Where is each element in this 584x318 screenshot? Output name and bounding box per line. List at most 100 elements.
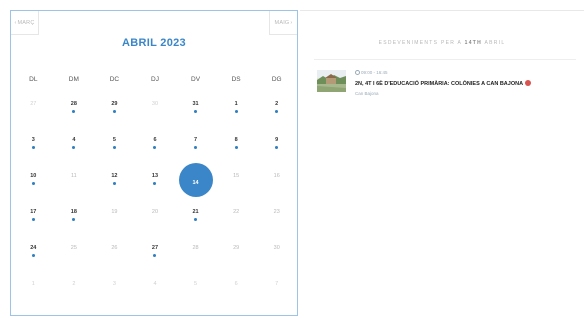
- day-number: 5: [194, 281, 198, 287]
- event-dot-icon: [112, 110, 116, 113]
- calendar-day[interactable]: 17: [13, 201, 54, 237]
- event-dot-icon: [275, 110, 279, 113]
- calendar-day[interactable]: 23: [256, 201, 297, 237]
- calendar-day[interactable]: 26: [94, 237, 135, 273]
- prev-month-button[interactable]: ‹ Març: [11, 11, 39, 35]
- calendar-day[interactable]: 10: [13, 165, 54, 201]
- event-dot-icon: [194, 218, 198, 221]
- calendar-day[interactable]: 19: [94, 201, 135, 237]
- calendar-day[interactable]: 27: [13, 93, 54, 129]
- day-number: 28: [70, 101, 77, 107]
- calendar-day[interactable]: 30: [135, 93, 176, 129]
- calendar-day[interactable]: 9: [256, 129, 297, 165]
- day-number: 30: [273, 245, 280, 251]
- event-dot-icon: [31, 146, 35, 149]
- event-dot-icon: [275, 146, 279, 149]
- day-number: 7: [275, 281, 279, 287]
- calendar-day[interactable]: 28: [54, 93, 95, 129]
- event-thumbnail[interactable]: [317, 70, 346, 92]
- day-number: 19: [111, 209, 118, 215]
- calendar-day[interactable]: 11: [54, 165, 95, 201]
- calendar-day[interactable]: 6: [135, 129, 176, 165]
- calendar-grid: DL DM DC DJ DV DS DG 27 28 29 30 31 1 2 3 4 5 6 7 8 9 10 11 12 1…: [13, 66, 297, 309]
- calendar-day[interactable]: 22: [216, 201, 257, 237]
- day-number: 1: [31, 281, 35, 287]
- day-number: 6: [153, 137, 157, 143]
- calendar-day[interactable]: 8: [216, 129, 257, 165]
- calendar-day[interactable]: 3: [13, 129, 54, 165]
- day-number: 28: [192, 245, 199, 251]
- day-number: 2: [275, 101, 279, 107]
- day-number: 24: [30, 245, 37, 251]
- calendar-day[interactable]: 3: [94, 273, 135, 309]
- calendar-day[interactable]: 5: [175, 273, 216, 309]
- calendar-day[interactable]: 25: [54, 237, 95, 273]
- events-header-prefix: Esdeveniments per a: [378, 40, 462, 46]
- calendar-day[interactable]: 7: [175, 129, 216, 165]
- day-number: 2: [72, 281, 76, 287]
- day-number: 29: [233, 245, 240, 251]
- calendar-day[interactable]: 24: [13, 237, 54, 273]
- next-month-button[interactable]: Maig ›: [269, 11, 297, 35]
- event-dot-icon: [153, 146, 157, 149]
- calendar-day[interactable]: 6: [216, 273, 257, 309]
- event-dot-icon: [153, 182, 157, 185]
- day-number: 14: [192, 180, 199, 186]
- day-number: 26: [111, 245, 118, 251]
- day-number: 27: [151, 245, 159, 251]
- calendar-day[interactable]: 18: [54, 201, 95, 237]
- calendar-day[interactable]: 31: [175, 93, 216, 129]
- calendar-day[interactable]: 1: [13, 273, 54, 309]
- event-dot-icon: [234, 110, 238, 113]
- event-dot-icon: [72, 146, 76, 149]
- calendar-day[interactable]: 27: [135, 237, 176, 273]
- day-number: 7: [194, 137, 198, 143]
- calendar-day[interactable]: 4: [135, 273, 176, 309]
- day-number: 30: [151, 101, 159, 107]
- calendar-day[interactable]: 4: [54, 129, 95, 165]
- day-number: 16: [273, 173, 280, 179]
- events-header: Esdeveniments per a 14th abril: [300, 40, 584, 46]
- event-dot-icon: [72, 110, 76, 113]
- event-item[interactable]: 09:00 - 16:45 2N, 4T I 6È D'EDUCACIÓ PRI…: [317, 70, 576, 100]
- weekday-header: DM: [68, 76, 79, 83]
- calendar-day-selected[interactable]: 14: [175, 163, 216, 201]
- calendar-day[interactable]: 20: [135, 201, 176, 237]
- event-dot-icon: [72, 218, 76, 221]
- event-dot-icon: [112, 182, 116, 185]
- event-dot-icon: [234, 146, 238, 149]
- calendar-day[interactable]: 5: [94, 129, 135, 165]
- month-title: ABRIL 2023: [122, 37, 186, 49]
- day-number: 10: [30, 173, 37, 179]
- day-number: 9: [275, 137, 279, 143]
- calendar-day[interactable]: 29: [216, 237, 257, 273]
- calendar-day[interactable]: 15: [216, 165, 257, 201]
- calendar-day[interactable]: 12: [94, 165, 135, 201]
- calendar-day[interactable]: 16: [256, 165, 297, 201]
- calendar-day[interactable]: 2: [256, 93, 297, 129]
- calendar-day[interactable]: 1: [216, 93, 257, 129]
- calendar-panel: ‹ Març Maig › ABRIL 2023 DL DM DC DJ DV DS DG 2…: [10, 10, 298, 316]
- calendar-day[interactable]: 21: [175, 201, 216, 237]
- status-dot-icon: [525, 80, 532, 86]
- calendar-day[interactable]: 13: [135, 165, 176, 201]
- day-number: 23: [273, 209, 280, 215]
- calendar-day[interactable]: 2: [54, 273, 95, 309]
- prev-month-label: Març: [17, 19, 35, 26]
- calendar-day[interactable]: 28: [175, 237, 216, 273]
- day-number: 31: [192, 101, 199, 107]
- weekday-header: DL: [29, 76, 38, 83]
- calendar-day[interactable]: 29: [94, 93, 135, 129]
- next-month-label: Maig: [274, 19, 290, 26]
- event-location: Can Bajona: [355, 91, 379, 96]
- day-number: 3: [31, 137, 35, 143]
- day-number: 3: [112, 281, 116, 287]
- calendar-day[interactable]: 7: [256, 273, 297, 309]
- events-header-date: 14th: [464, 40, 483, 46]
- event-dot-icon: [112, 146, 116, 149]
- day-number: 21: [192, 209, 199, 215]
- day-number: 27: [30, 101, 37, 107]
- calendar-day[interactable]: 30: [256, 237, 297, 273]
- event-dot-icon: [31, 182, 35, 185]
- event-title[interactable]: 2N, 4T I 6È D'EDUCACIÓ PRIMÀRIA: COLÒNIE…: [355, 80, 532, 87]
